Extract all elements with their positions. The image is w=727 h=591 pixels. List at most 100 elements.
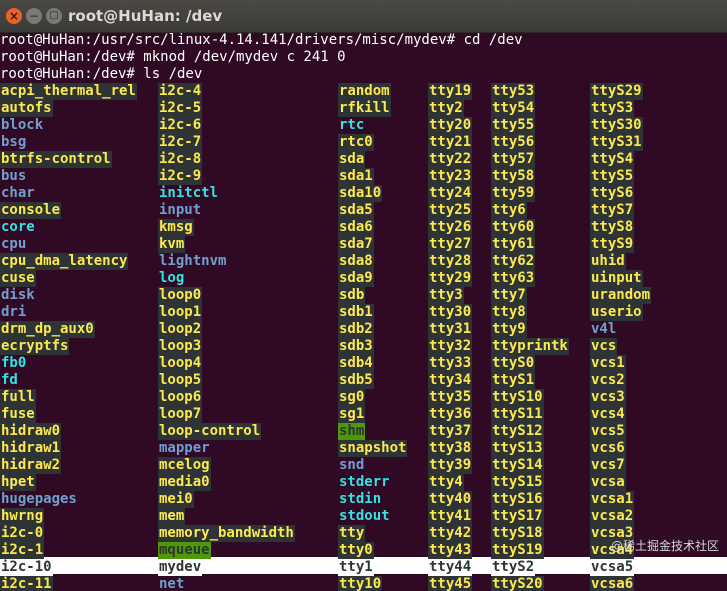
ls-entry: ttyS6 [590,185,635,202]
ls-entry: sda6 [338,219,374,236]
ls-entry: tty [338,525,366,542]
ls-entry: rfkill [338,100,391,117]
ls-entry: tty40 [428,491,473,508]
ls-entry: tty59 [491,185,536,202]
ls-entry: sdb4 [338,355,374,372]
ls-entry: uhid [590,253,626,270]
ls-entry: loop7 [158,406,203,423]
ls-entry: ttyS17 [491,508,544,525]
title-bar[interactable]: × − □ root@HuHan: /dev [0,0,727,33]
ls-entry: media0 [158,474,211,491]
ls-entry: ttyprintk [491,338,569,355]
ls-entry: ttyS10 [491,389,544,406]
ls-entry: hidraw1 [0,440,62,457]
ls-entry: ttyS0 [491,355,536,372]
ls-entry: ttyS18 [491,525,544,542]
ls-entry: net [159,576,185,591]
ls-entry: sda1 [338,168,374,185]
window-title: root@HuHan: /dev [68,7,223,25]
ls-entry: i2c-4 [158,83,203,100]
ls-entry: sg0 [338,389,366,406]
ls-entry: lightnvm [159,253,227,269]
ls-entry: ttyS15 [491,474,544,491]
ls-entry: btrfs-control [0,151,112,168]
ls-entry: ttyS13 [491,440,544,457]
ls-entry: sda8 [338,253,374,270]
ls-entry: tty44 [428,559,473,576]
ls-entry: console [0,202,62,219]
ls-entry: vcs6 [590,440,626,457]
ls-entry: loop2 [158,321,203,338]
ls-entry: rtc [339,117,365,133]
ls-entry: cpu_dma_latency [0,253,129,270]
ls-entry: tty21 [428,134,473,151]
ls-entry: tty25 [428,202,473,219]
ls-entry: bus [1,168,27,184]
ls-entry: ttyS19 [491,542,544,559]
ls-entry: cpu [1,236,27,252]
ls-entry: tty55 [491,117,536,134]
ls-entry: i2c-5 [158,100,203,117]
close-icon[interactable]: × [6,8,22,24]
ls-entry: tty26 [428,219,473,236]
ls-entry: ttyS31 [590,134,643,151]
ls-entry: v4l [591,321,617,337]
ls-entry: tty9 [491,321,527,338]
ls-entry: block [1,117,44,133]
ls-entry: full [0,389,36,406]
command-line-ls: root@HuHan:/dev# ls /dev [0,66,203,82]
ls-entry: vcs7 [590,457,626,474]
ls-entry: kvm [158,236,186,253]
ls-entry: tty63 [491,270,536,287]
ls-entry: tty31 [428,321,473,338]
ls-entry: mydev [158,559,203,576]
ls-entry: kmsg [158,219,194,236]
ls-entry: tty53 [491,83,536,100]
ls-entry: tty58 [491,168,536,185]
command-line-mknod: root@HuHan:/dev# mknod /dev/mydev c 241 … [0,49,346,65]
ls-entry: loop3 [158,338,203,355]
ls-entry: initctl [159,185,219,201]
ls-entry: acpi_thermal_rel [0,83,137,100]
ls-entry: ttyS1 [491,372,536,389]
ls-entry: vcsa2 [590,508,635,525]
ls-entry: tty10 [338,576,383,591]
ls-entry: mem [158,508,186,525]
ls-entry: tty30 [428,304,473,321]
watermark: @稀土掘金技术社区 [610,539,719,553]
ls-entry: stdout [339,508,390,524]
terminal-output[interactable]: root@HuHan:/usr/src/linux-4.14.141/drive… [0,32,727,591]
ls-entry: vcs3 [590,389,626,406]
ls-entry: fuse [0,406,36,423]
ls-entry: sdb3 [338,338,374,355]
ls-entry: hidraw2 [0,457,62,474]
ls-entry: sda [338,151,366,168]
ls-entry: loop1 [158,304,203,321]
ls-entry: drm_dp_aux0 [0,321,95,338]
ls-entry: i2c-10 [0,559,53,576]
ls-entry: tty34 [428,372,473,389]
ls-entry: i2c-7 [158,134,203,151]
ls-entry: tty33 [428,355,473,372]
ls-entry: tty42 [428,525,473,542]
ls-entry: ttyS5 [590,168,635,185]
ls-entry: loop4 [158,355,203,372]
ls-entry: tty23 [428,168,473,185]
command-line-cd: root@HuHan:/usr/src/linux-4.14.141/drive… [0,32,523,48]
ls-entry: hpet [0,474,36,491]
ls-entry: memory_bandwidth [158,525,295,542]
ls-entry: i2c-0 [0,525,45,542]
ls-entry: bsg [1,134,27,150]
ls-entry: stdin [339,491,382,507]
minimize-icon[interactable]: − [26,8,42,24]
ls-entry: core [1,219,35,235]
ls-entry: i2c-9 [158,168,203,185]
ls-entry: input [159,202,202,218]
ls-entry: tty0 [338,542,374,559]
ls-entry: sda7 [338,236,374,253]
ls-entry: tty19 [428,83,473,100]
ls-entry: ttyS20 [491,576,544,591]
maximize-icon[interactable]: □ [46,8,62,24]
ls-entry: tty43 [428,542,473,559]
ls-entry: sdb5 [338,372,374,389]
